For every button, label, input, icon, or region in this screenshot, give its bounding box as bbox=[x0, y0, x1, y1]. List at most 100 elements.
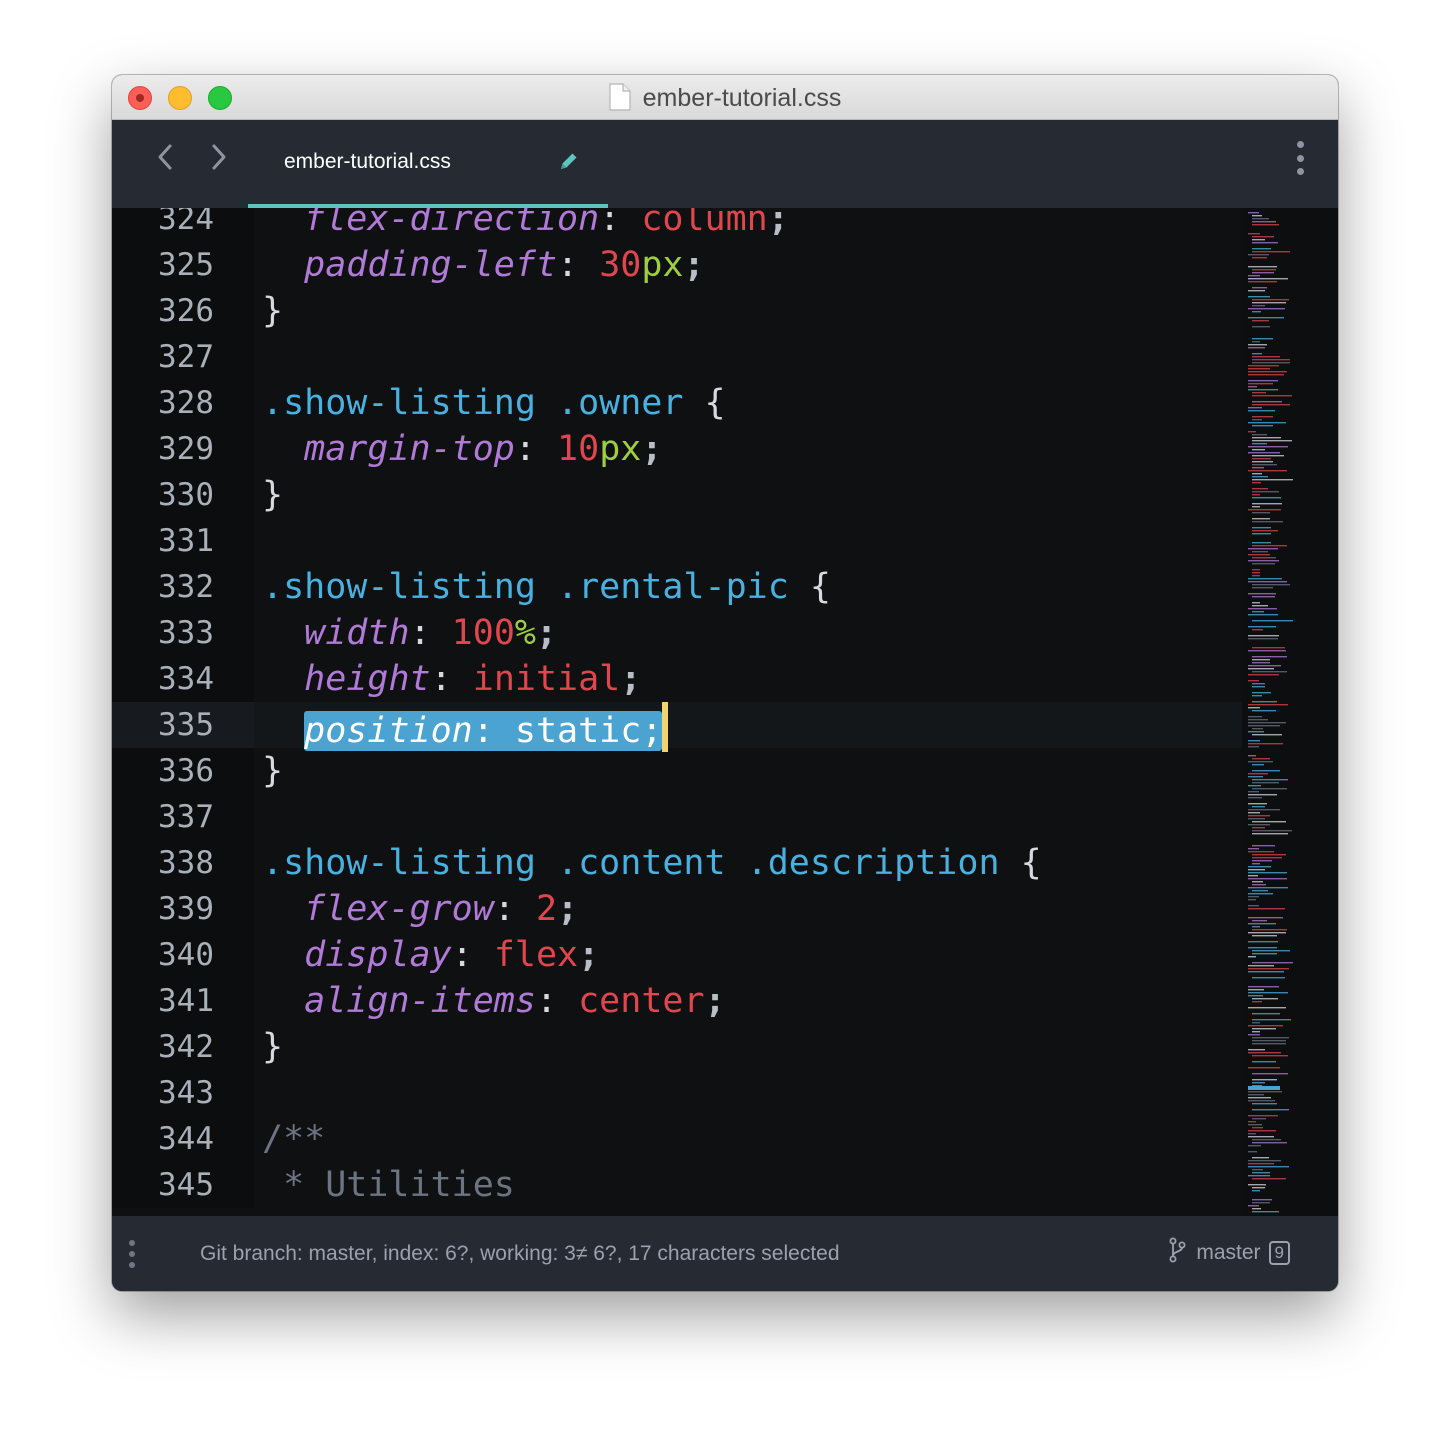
minimap-line bbox=[1252, 395, 1292, 397]
minimap-line bbox=[1252, 830, 1292, 832]
line-number: 344 bbox=[158, 1121, 214, 1157]
code-line[interactable]: 325 padding-left: 30px; bbox=[112, 242, 1242, 288]
minimap-selection-marker bbox=[1248, 1086, 1280, 1090]
minimap-line bbox=[1252, 1019, 1291, 1021]
code-line-current[interactable]: 335 position: static; bbox=[112, 702, 1242, 752]
minimap-line bbox=[1252, 1079, 1277, 1081]
minimap-line bbox=[1248, 794, 1277, 796]
code-line[interactable]: 342 } bbox=[112, 1024, 1242, 1070]
minimap-line bbox=[1252, 728, 1263, 730]
code-line[interactable]: 333 width: 100%; bbox=[112, 610, 1242, 656]
minimap-line bbox=[1248, 680, 1259, 682]
code-line[interactable]: 331 bbox=[112, 518, 1242, 564]
minimap-line bbox=[1248, 1100, 1275, 1102]
code-line[interactable]: 339 flex-grow: 2; bbox=[112, 886, 1242, 932]
code-line[interactable]: 344 /** bbox=[112, 1116, 1242, 1162]
code-line[interactable]: 332 .show-listing .rental-pic { bbox=[112, 564, 1242, 610]
code-editor[interactable]: 324 flex-direction: column; 325 padding-… bbox=[112, 208, 1338, 1216]
code-line[interactable]: 324 flex-direction: column; bbox=[112, 208, 1242, 242]
minimap-line bbox=[1252, 401, 1282, 403]
minimap-line bbox=[1252, 476, 1268, 478]
git-branch-indicator[interactable]: master 9 bbox=[1168, 1237, 1290, 1269]
minimap-line bbox=[1248, 308, 1285, 310]
minimap-line bbox=[1252, 1043, 1286, 1045]
minimap-line bbox=[1252, 479, 1293, 481]
minimap-line bbox=[1252, 806, 1265, 808]
vertical-dots-icon[interactable] bbox=[128, 1240, 136, 1268]
vertical-dots-icon[interactable] bbox=[1290, 138, 1310, 178]
code-line[interactable]: 337 bbox=[112, 794, 1242, 840]
minimap-line bbox=[1252, 1127, 1263, 1129]
tab-ember-tutorial-css[interactable]: ember-tutorial.css bbox=[248, 120, 608, 208]
minimap-line bbox=[1248, 470, 1287, 472]
minimap-line bbox=[1252, 1172, 1270, 1174]
forward-button[interactable] bbox=[202, 140, 236, 174]
line-number: 340 bbox=[158, 937, 214, 973]
minimap-line bbox=[1248, 665, 1281, 667]
minimap-line bbox=[1252, 467, 1264, 469]
minimap-line bbox=[1248, 908, 1285, 910]
line-number: 327 bbox=[158, 339, 214, 375]
minimap-line bbox=[1252, 629, 1263, 631]
line-code: } bbox=[262, 1027, 284, 1067]
code-line[interactable]: 334 height: initial; bbox=[112, 656, 1242, 702]
minimap-line bbox=[1248, 371, 1287, 373]
minimap-line bbox=[1248, 875, 1258, 877]
minimap-line bbox=[1252, 419, 1262, 421]
minimap-line bbox=[1248, 1067, 1280, 1069]
code-line[interactable]: 343 bbox=[112, 1070, 1242, 1116]
minimap-line bbox=[1252, 491, 1279, 493]
minimap-line bbox=[1252, 686, 1265, 688]
minimap-line bbox=[1248, 740, 1260, 742]
minimap-line bbox=[1248, 989, 1264, 991]
minimap-line bbox=[1248, 452, 1280, 454]
minimap-line bbox=[1248, 899, 1256, 901]
minimap-line bbox=[1248, 593, 1276, 595]
code-line[interactable]: 338 .show-listing .content .description … bbox=[112, 840, 1242, 886]
minimap-line bbox=[1252, 305, 1265, 307]
code-line[interactable]: 327 bbox=[112, 334, 1242, 380]
line-number: 332 bbox=[158, 569, 214, 605]
minimap-line bbox=[1248, 560, 1279, 562]
code-line[interactable]: 341 align-items: center; bbox=[112, 978, 1242, 1024]
line-number: 324 bbox=[158, 208, 214, 237]
minimap-line bbox=[1248, 446, 1288, 448]
line-code: .show-listing .owner { bbox=[262, 383, 726, 423]
line-number: 333 bbox=[158, 615, 214, 651]
minimap-line bbox=[1248, 1052, 1281, 1054]
minimap-line bbox=[1252, 1082, 1265, 1084]
code-line[interactable]: 329 margin-top: 10px; bbox=[112, 426, 1242, 472]
code-line[interactable]: 336 } bbox=[112, 748, 1242, 794]
minimap-line bbox=[1248, 1136, 1274, 1138]
minimap-line bbox=[1252, 584, 1290, 586]
minimap-line bbox=[1248, 1094, 1264, 1096]
minimap-line bbox=[1252, 1109, 1289, 1111]
minimap[interactable] bbox=[1242, 208, 1338, 1216]
minimap-line bbox=[1248, 893, 1273, 895]
minimap-line bbox=[1248, 368, 1270, 370]
code-line[interactable]: 326 } bbox=[112, 288, 1242, 334]
minimap-line bbox=[1252, 464, 1277, 466]
minimap-line bbox=[1252, 953, 1277, 955]
chevron-right-icon bbox=[212, 144, 226, 170]
minimap-line bbox=[1248, 809, 1280, 811]
git-branch-icon bbox=[1168, 1237, 1186, 1269]
line-number: 342 bbox=[158, 1029, 214, 1065]
minimap-line bbox=[1248, 278, 1288, 280]
code-line[interactable]: 345 * Utilities bbox=[112, 1162, 1242, 1208]
minimap-line bbox=[1252, 929, 1287, 931]
minimap-line bbox=[1252, 425, 1273, 427]
code-line[interactable]: 330 } bbox=[112, 472, 1242, 518]
minimap-line bbox=[1252, 506, 1260, 508]
code-line[interactable]: 340 display: flex; bbox=[112, 932, 1242, 978]
minimap-line bbox=[1252, 443, 1267, 445]
minimap-line bbox=[1252, 239, 1265, 241]
line-code: } bbox=[262, 291, 284, 331]
minimap-line bbox=[1248, 965, 1274, 967]
minimap-line bbox=[1252, 764, 1264, 766]
back-button[interactable] bbox=[148, 140, 182, 174]
window-title: ember-tutorial.css bbox=[112, 83, 1338, 118]
code-line[interactable]: 328 .show-listing .owner { bbox=[112, 380, 1242, 426]
minimap-line bbox=[1248, 812, 1260, 814]
minimap-line bbox=[1248, 1034, 1260, 1036]
